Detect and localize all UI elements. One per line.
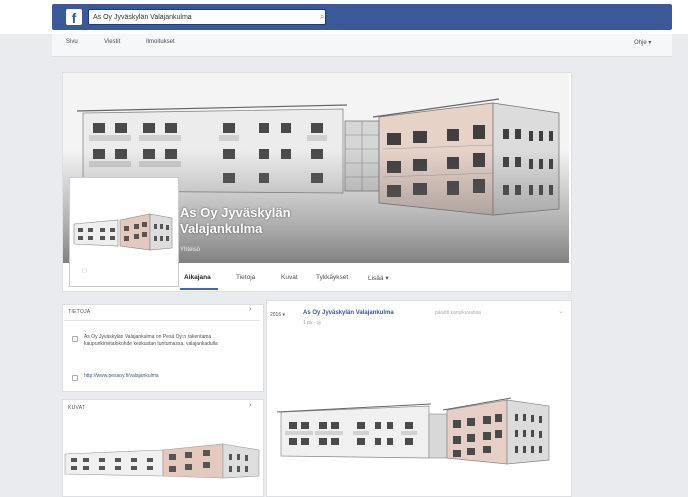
active-tab-indicator <box>180 288 218 290</box>
divider <box>64 320 260 321</box>
page-admin-nav <box>52 34 672 57</box>
nav-item-notifications[interactable]: Ilmoitukset <box>146 39 175 45</box>
post-year-selector[interactable]: 2016 ▾ <box>270 312 290 326</box>
photos-card-title[interactable]: KUVAT <box>68 405 85 411</box>
nav-item-page[interactable]: Sivu <box>66 39 78 45</box>
about-card-title[interactable]: TIETOJA <box>68 309 91 315</box>
profile-picture[interactable]: ▢ <box>70 178 178 286</box>
post-author[interactable]: As Oy Jyväskylän Valajankulma <box>303 310 394 316</box>
tab-timeline[interactable]: Aikajana <box>184 274 211 281</box>
profile-building-illustration: ▢ <box>72 180 176 284</box>
facebook-logo-icon[interactable]: f <box>66 9 82 26</box>
chevron-right-icon[interactable]: › <box>249 402 251 409</box>
tab-about[interactable]: Tietoja <box>236 274 255 281</box>
search-input[interactable]: As Oy Jyväskylän Valajankulma <box>88 9 326 25</box>
chevron-right-icon[interactable]: › <box>249 306 251 313</box>
photo-building-illustration <box>63 420 261 495</box>
nav-item-messages[interactable]: Viestit <box>104 39 120 45</box>
tab-photos[interactable]: Kuvat <box>281 274 298 281</box>
search-icon[interactable]: ⌕ <box>320 9 330 25</box>
page-title[interactable]: As Oy Jyväskylän Valajankulma <box>180 205 350 237</box>
page-description: As Oy Jyväskylän Valajankulma on Pesä Oy… <box>84 334 218 347</box>
svg-text:▢: ▢ <box>82 268 87 274</box>
post-image[interactable] <box>267 340 569 495</box>
page-category[interactable]: Yhteisö <box>180 247 200 253</box>
help-menu[interactable]: Ohje ▾ <box>634 39 651 46</box>
tab-likes[interactable]: Tykkäykset <box>316 274 348 281</box>
globe-icon <box>72 375 78 381</box>
post-action-text: päivitti kansikuvansa <box>435 310 481 316</box>
post-building-illustration <box>267 340 569 495</box>
tab-more[interactable]: Lisää ▾ <box>368 274 389 282</box>
website-link[interactable]: http://www.pesaoy.fi/valajankulma <box>84 373 159 380</box>
info-icon <box>72 336 78 342</box>
photo-thumbnail[interactable] <box>63 420 261 495</box>
post-timestamp[interactable]: 1 pv · ◎ <box>303 320 321 326</box>
post-options-icon[interactable]: ⌄ <box>558 307 564 315</box>
